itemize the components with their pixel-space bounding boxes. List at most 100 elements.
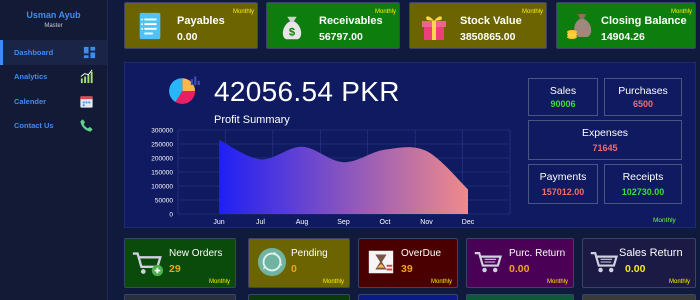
card-period: Monthly xyxy=(233,9,255,15)
card-title: Receivables xyxy=(319,15,383,27)
pending-card[interactable]: Pending 0 Monthly xyxy=(248,238,350,288)
card-title: OverDue xyxy=(401,248,442,259)
dashboard-icon xyxy=(83,46,96,58)
card-period: Monthly xyxy=(323,279,345,285)
x-tick-label: Dec xyxy=(462,219,475,226)
sidebar-item-label: Analytics xyxy=(14,72,48,82)
profit-total: 42056.54 PKR xyxy=(214,76,400,107)
card-title: Sales Return xyxy=(619,247,683,259)
payables-card[interactable]: Payables 0.00 Monthly xyxy=(124,2,258,49)
card-value: 39 xyxy=(401,263,413,275)
card-value: 0 xyxy=(291,263,297,275)
user-profile: Usman Ayub Master xyxy=(0,0,107,40)
hourglass-icon xyxy=(368,250,394,274)
card-value: 56797.00 xyxy=(319,31,363,43)
card-title: Stock Value xyxy=(460,15,522,27)
next-row-card xyxy=(124,294,236,300)
card-title: New Orders xyxy=(169,248,223,259)
money-bag-icon: $ xyxy=(282,16,302,40)
recycle-icon xyxy=(257,247,287,277)
card-value: 0.00 xyxy=(509,263,530,275)
pie-chart-icon xyxy=(169,76,200,105)
card-period: Monthly xyxy=(522,9,544,15)
y-tick-label: 150000 xyxy=(151,170,173,177)
receivables-card[interactable]: $ Receivables 56797.00 Monthly xyxy=(266,2,400,49)
x-tick-label: Jul xyxy=(256,219,265,226)
card-title: Payables xyxy=(177,15,225,27)
data-point xyxy=(343,161,345,163)
cart-plus-icon xyxy=(132,252,164,277)
x-tick-label: Nov xyxy=(420,219,433,226)
data-point xyxy=(260,159,262,161)
sidebar-item-calender[interactable]: Calender xyxy=(0,89,107,114)
card-title: Pending xyxy=(291,248,328,259)
x-tick-label: Aug xyxy=(296,219,309,226)
card-period: Monthly xyxy=(671,9,693,15)
cart-return-icon xyxy=(590,252,619,273)
card-value: 29 xyxy=(169,263,181,275)
receipts-stat[interactable]: Receipts 102730.00 xyxy=(604,164,682,204)
sidebar-item-label: Calender xyxy=(14,96,47,106)
new-orders-card[interactable]: New Orders 29 Monthly xyxy=(124,238,236,288)
coin-bag-icon xyxy=(567,14,592,39)
y-tick-label: 50000 xyxy=(155,198,173,205)
x-tick-label: Sep xyxy=(337,219,350,226)
overdue-card[interactable]: OverDue 39 Monthly xyxy=(358,238,458,288)
data-point xyxy=(384,149,386,151)
expenses-stat[interactable]: Expenses 71645 xyxy=(528,120,682,160)
panel-period: Monthly xyxy=(653,217,676,224)
card-period: Monthly xyxy=(209,279,231,285)
cart-return-icon xyxy=(474,252,503,273)
user-name: Usman Ayub xyxy=(26,10,81,20)
card-value: 0.00 xyxy=(625,263,646,275)
sales-stat[interactable]: Sales 90006 xyxy=(528,78,598,116)
payments-stat[interactable]: Payments 157012.00 xyxy=(528,164,598,204)
stat-value: 102730.00 xyxy=(621,187,665,197)
x-tick-label: Oct xyxy=(380,219,391,226)
y-tick-label: 250000 xyxy=(151,142,173,149)
sidebar-item-label: Contact Us xyxy=(14,121,54,131)
sales-return-card[interactable]: Sales Return 0.00 Monthly xyxy=(582,238,696,288)
sidebar: Usman Ayub Master Dashboard Analytics Ca… xyxy=(0,0,108,300)
sidebar-item-contact-us[interactable]: Contact Us xyxy=(0,114,107,139)
svg-text:$: $ xyxy=(289,26,296,38)
profit-chart: 0 50000 100000 150000 200000 250000 300000 Jun J… xyxy=(151,128,511,226)
card-period: Monthly xyxy=(669,279,691,285)
data-point xyxy=(467,189,469,191)
card-period: Monthly xyxy=(547,279,569,285)
stat-value: 6500 xyxy=(632,99,654,109)
purchases-stat[interactable]: Purchases 6500 xyxy=(604,78,682,116)
card-value: 3850865.00 xyxy=(460,31,516,43)
calendar-icon xyxy=(80,96,93,108)
y-tick-label: 200000 xyxy=(151,156,173,163)
next-row-card xyxy=(358,294,458,300)
closing-balance-card[interactable]: Closing Balance 14904.26 Monthly xyxy=(556,2,696,49)
card-period: Monthly xyxy=(375,9,397,15)
data-point xyxy=(426,150,428,152)
sidebar-nav: Dashboard Analytics Calender Contact Us xyxy=(0,40,107,138)
sidebar-item-label: Dashboard xyxy=(14,47,54,57)
stock-value-card[interactable]: Stock Value 3850865.00 Monthly xyxy=(409,2,547,49)
stat-value: 157012.00 xyxy=(541,187,585,197)
stat-label: Purchases xyxy=(618,85,668,97)
card-value: 0.00 xyxy=(177,31,198,43)
phone-icon xyxy=(80,119,93,132)
stat-label: Expenses xyxy=(581,127,629,139)
data-point xyxy=(218,139,220,141)
sidebar-item-analytics[interactable]: Analytics xyxy=(0,65,107,90)
sidebar-item-dashboard[interactable]: Dashboard xyxy=(0,40,107,65)
next-row-card xyxy=(582,294,696,300)
card-title: Closing Balance xyxy=(601,15,687,27)
stat-label: Sales xyxy=(549,85,577,97)
purchase-return-card[interactable]: Purc. Return 0.00 Monthly xyxy=(466,238,574,288)
data-point xyxy=(301,146,303,148)
card-period: Monthly xyxy=(431,279,453,285)
y-tick-label: 100000 xyxy=(151,184,173,191)
x-tick-label: Jun xyxy=(213,219,224,226)
gift-box-icon xyxy=(422,16,446,40)
document-list-icon xyxy=(139,12,161,40)
y-tick-label: 0 xyxy=(169,212,173,219)
card-title: Purc. Return xyxy=(509,248,566,259)
stat-label: Payments xyxy=(539,171,587,183)
user-role: Master xyxy=(44,23,63,29)
